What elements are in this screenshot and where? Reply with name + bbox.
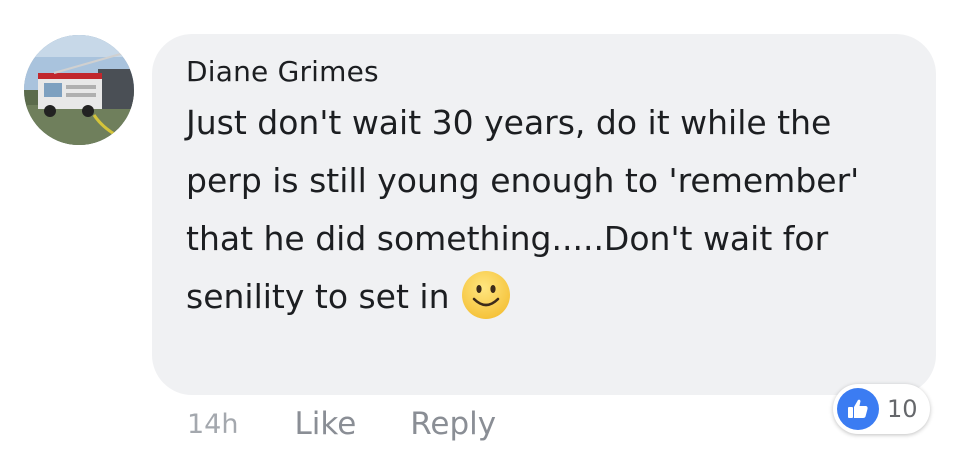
reaction-count: 10 — [887, 395, 918, 423]
comment-bubble: Diane Grimes Just don't wait 30 years, d… — [152, 34, 936, 395]
avatar[interactable] — [24, 35, 134, 145]
reply-button[interactable]: Reply — [410, 406, 496, 442]
comment-text: Just don't wait 30 years, do it while th… — [186, 94, 906, 326]
reaction-summary[interactable]: 10 — [833, 384, 930, 434]
like-button[interactable]: Like — [294, 406, 356, 442]
smiley-face-icon — [460, 269, 512, 321]
comment-body: Just don't wait 30 years, do it while th… — [186, 103, 860, 316]
thumbs-up-icon — [837, 388, 879, 430]
avatar-photo — [24, 35, 134, 145]
comment-container: Diane Grimes Just don't wait 30 years, d… — [0, 0, 980, 455]
comment-actions: 14h Like Reply — [187, 400, 550, 448]
timestamp[interactable]: 14h — [187, 409, 238, 440]
author-name[interactable]: Diane Grimes — [186, 52, 906, 92]
